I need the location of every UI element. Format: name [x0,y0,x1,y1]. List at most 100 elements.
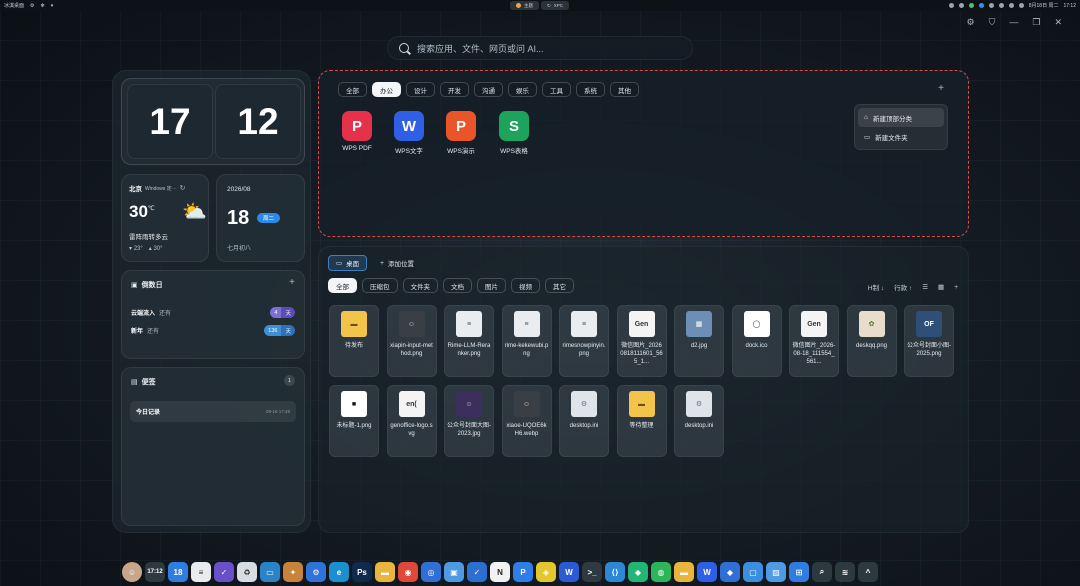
order-button[interactable]: 行款 ↑ [894,282,912,292]
search-icon[interactable]: ⌕ [812,562,832,582]
chevron-down-icon[interactable]: ▾ [51,3,54,9]
gear-icon[interactable]: ✻ [41,3,45,9]
file-tile[interactable]: ⚙ desktop.ini [559,385,609,457]
file-tile[interactable]: ≡ rime-kekewubi.png [501,305,552,377]
file-tile[interactable]: en(genoffice-logo.svg [386,385,437,457]
terminal-icon[interactable]: >_ [582,562,602,582]
file-tile[interactable]: ☺ xiaoe-UQOE6kH6.webp [501,385,552,457]
file-tile[interactable]: ▬ 待发布 [329,305,379,377]
theme-pill[interactable]: 主题 [510,1,539,10]
file-tile[interactable]: Gen 微信图片_20260818111601_565_1... [616,305,667,377]
countdown-item[interactable]: 新年 还有 136 天 [131,324,295,337]
notion-icon[interactable]: N [490,562,510,582]
tab-desktop[interactable]: ▭ 桌面 [328,255,368,271]
tray-icon[interactable] [988,3,994,8]
pixso-icon[interactable]: P [513,562,533,582]
clock-widget[interactable]: 17 12 [121,78,305,165]
sort-button[interactable]: H制 ↓ [868,282,884,292]
file-tile[interactable]: ▬ 等待整理 [616,385,667,457]
category-tab[interactable]: 全部 [338,82,367,97]
tray-icon[interactable] [1008,3,1014,8]
shirt-icon[interactable]: ⛉ [989,17,996,28]
vscode-icon[interactable]: ⟨⟩ [605,562,625,582]
category-tab[interactable]: 开发 [440,82,469,97]
new-category-menu-item[interactable]: ⌂ 新建顶部分类 [858,108,944,127]
note-item[interactable]: 今日记录 08-18 17:48 [130,401,296,422]
close-icon[interactable]: ✕ [1054,17,1062,28]
todo-icon[interactable]: ✓ [467,562,487,582]
add-file-icon[interactable]: + [954,284,958,291]
photoshop-icon[interactable]: Ps [352,562,372,582]
minimize-icon[interactable]: — [1009,17,1018,28]
weather-widget[interactable]: 北京 Windows 定··· ↻ 30 ℃ ⛅ 雷阵雨转多云 ▾ 23° ▴ … [121,174,209,262]
filter-tab[interactable]: 文件夹 [402,278,438,293]
grid-view-icon[interactable]: ▦ [938,283,944,291]
folder-icon[interactable]: ▬ [674,562,694,582]
file-tile[interactable]: OF 公众号封面小图-2025.png [904,305,954,377]
countdown-item[interactable]: 云端流入 还有 4 天 [131,306,295,319]
app-item[interactable]: P WPS演示 [441,111,481,155]
tray-icon[interactable] [948,3,954,8]
restore-icon[interactable]: ❐ [1032,17,1040,28]
game-icon[interactable]: ✦ [283,562,303,582]
add-countdown-button[interactable]: + [289,277,295,288]
tasks-icon[interactable]: ✓ [214,562,234,582]
category-tab[interactable]: 系统 [576,82,605,97]
app-square-icon[interactable]: ▢ [743,562,763,582]
clock-widget-icon[interactable]: 17:12 [145,562,165,582]
list-view-icon[interactable]: ☰ [922,283,928,291]
file-tile[interactable]: ✿ deskqq.png [846,305,897,377]
xpc-pill[interactable]: ↻ XPC [541,1,570,10]
countdown-widget[interactable]: ▣ 倒数日 + 云端流入 还有 4 天 新年 还有 136 天 [121,270,305,359]
browser-icon[interactable]: ◎ [421,562,441,582]
monitor-icon[interactable]: ▭ [260,562,280,582]
tray-network-icon[interactable] [978,3,984,8]
filter-tab[interactable]: 文档 [443,278,472,293]
chrome-icon[interactable]: ◉ [398,562,418,582]
date-widget[interactable]: 2026/08 18 周二 七月初八 [216,174,305,262]
category-tab[interactable]: 沟通 [474,82,503,97]
avatar-icon[interactable]: ☺ [122,562,142,582]
file-tile[interactable]: ≡ Rime-LLM-Reranker.png [444,305,494,377]
tray-icon[interactable] [1018,3,1024,8]
file-tile[interactable]: ■ 未标题-1.png [329,385,379,457]
app-item[interactable]: P WPS PDF [337,111,377,152]
notes-icon[interactable]: ≡ [191,562,211,582]
filter-tab[interactable]: 压缩包 [362,278,398,293]
edge-icon[interactable]: e [329,562,349,582]
category-tab[interactable]: 办公 [372,82,401,97]
app-blue-icon[interactable]: ◆ [720,562,740,582]
add-location-button[interactable]: + 添加位置 [373,255,421,271]
tray-icon[interactable] [998,3,1004,8]
category-tab[interactable]: 其他 [610,82,639,97]
tray-status-icon[interactable] [968,3,974,8]
app-item[interactable]: S WPS表格 [494,111,534,155]
settings-icon[interactable]: ⚙ [967,17,975,28]
scanner-icon[interactable]: ◈ [536,562,556,582]
tray-icon[interactable] [958,3,964,8]
windows-icon[interactable]: ⊞ [789,562,809,582]
word-icon[interactable]: W [559,562,579,582]
add-category-button[interactable]: + [938,83,944,94]
filter-tab[interactable]: 其它 [545,278,574,293]
file-tile[interactable]: ⚙ desktop.ini [674,385,724,457]
file-tile[interactable]: ≡ rimesnowpinyin.png [559,305,609,377]
search-input[interactable]: 搜索应用、文件、网页或问 AI... [417,42,544,55]
system-date[interactable]: 8月18日 周二 [1029,2,1059,9]
category-tab[interactable]: 娱乐 [508,82,537,97]
store-icon[interactable]: ▣ [444,562,464,582]
chevron-icon[interactable]: ^ [858,562,878,582]
files-icon[interactable]: ▬ [375,562,395,582]
calendar-icon[interactable]: 18 [168,562,188,582]
category-tab[interactable]: 工具 [542,82,571,97]
refresh-icon[interactable]: ↻ [180,184,186,192]
settings-icon[interactable]: ⚙ [306,562,326,582]
wps-writer-icon[interactable]: W [697,562,717,582]
file-tile[interactable]: Gen 微信图片_2026-08-18_111554_561... [789,305,839,377]
notes-widget[interactable]: ▤ 便签 1 今日记录 08-18 17:48 [121,367,305,526]
filter-tab[interactable]: 图片 [477,278,506,293]
system-time[interactable]: 17:12 [1063,3,1076,9]
search-bar[interactable]: 搜索应用、文件、网页或问 AI... [387,36,693,60]
filter-tab[interactable]: 全部 [328,278,357,293]
wifi-icon[interactable]: ≋ [835,562,855,582]
